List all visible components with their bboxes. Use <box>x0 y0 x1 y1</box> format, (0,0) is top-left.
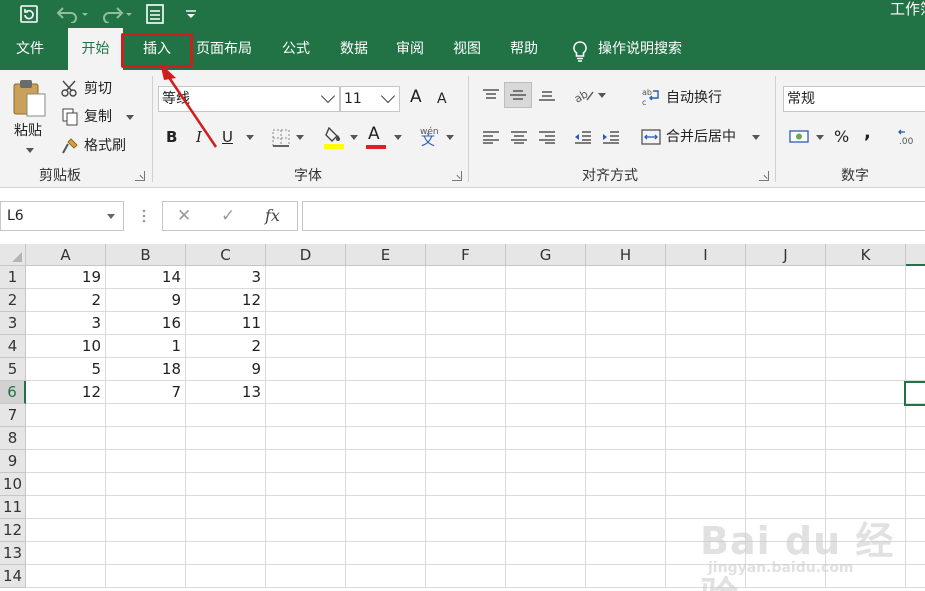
annotation-arrow <box>160 63 218 148</box>
